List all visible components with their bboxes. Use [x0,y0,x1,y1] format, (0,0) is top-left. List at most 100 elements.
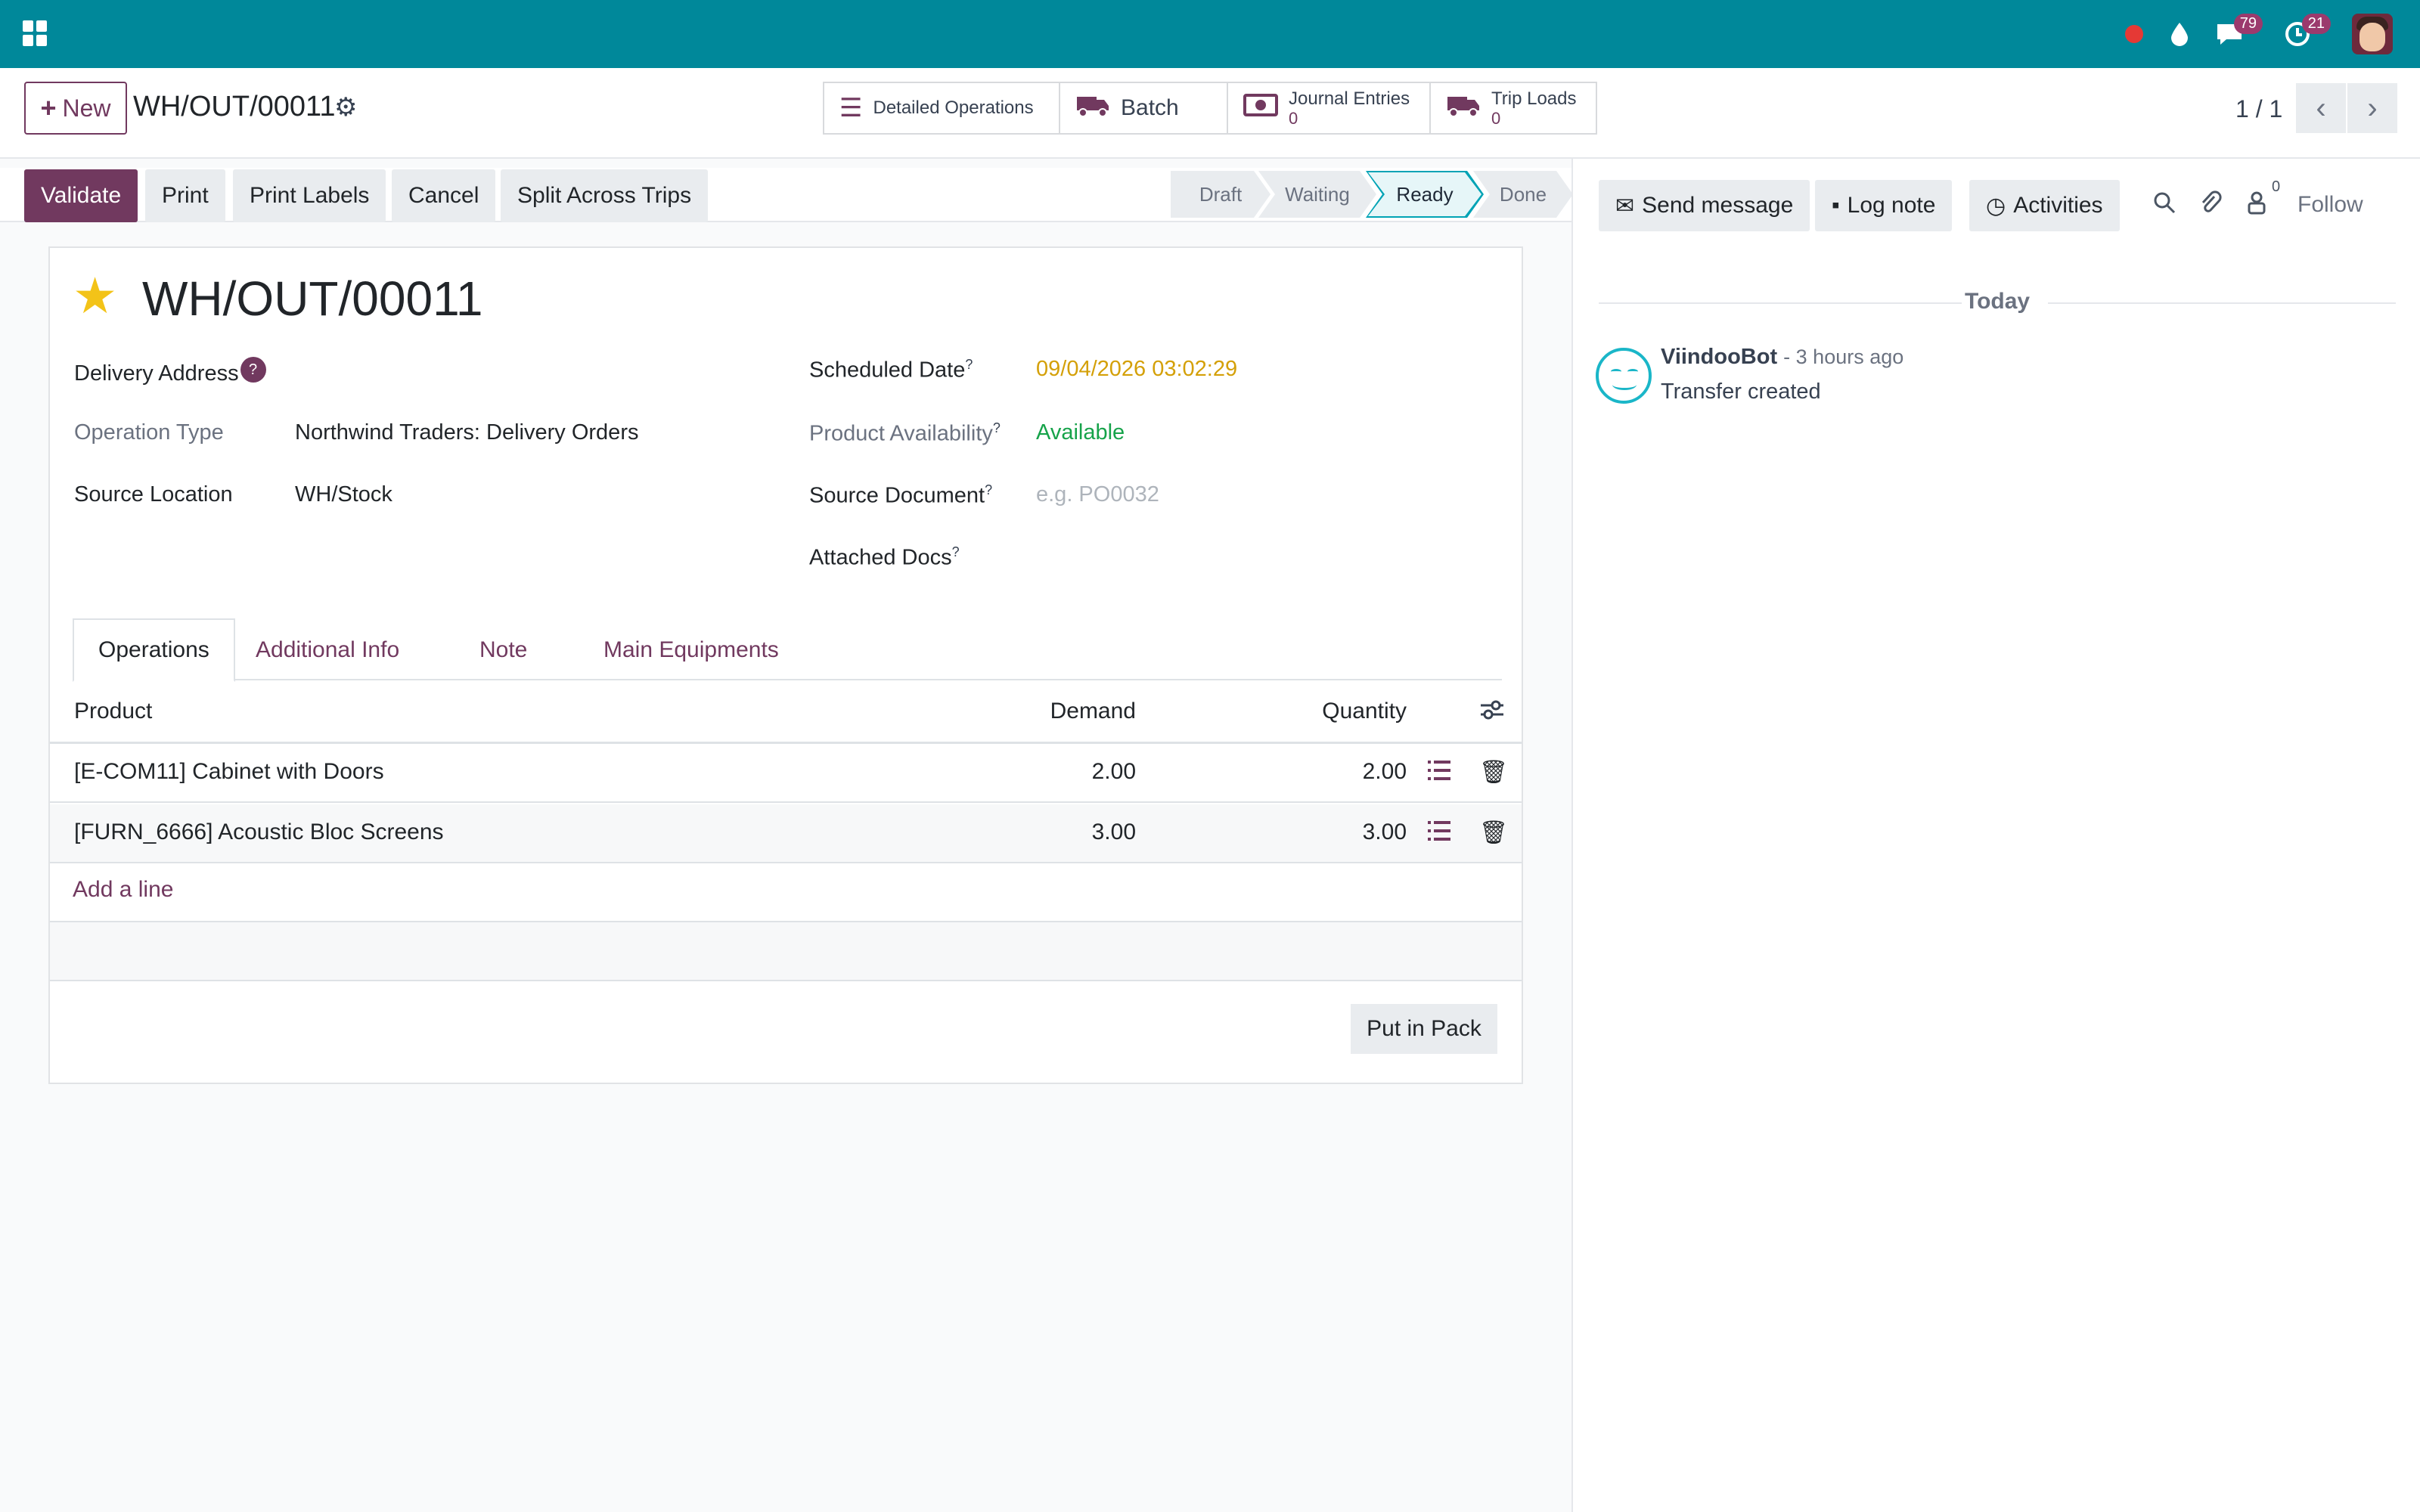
journal-entries-label: Journal Entries [1289,88,1410,109]
favorite-star-icon[interactable]: ★ [73,271,117,321]
stage-done-label: Done [1499,182,1547,206]
date-separator: Today [1965,289,2031,314]
add-line-row: Add a line [50,863,1522,922]
source-document-label: Source Document? [809,482,992,509]
breadcrumb-record-name: WH/OUT/00011 [133,91,336,122]
source-location-value[interactable]: WH/Stock [295,482,392,507]
apps-menu-icon[interactable] [23,20,48,46]
pager-value[interactable]: 1 / 1 [2235,95,2282,123]
source-document-label-text: Source Document [809,483,985,508]
stage-ready[interactable]: Ready [1366,171,1484,218]
activities-button[interactable]: ◷ Activities [1969,180,2120,231]
row-product: [FURN_6666] Acoustic Bloc Screens [74,820,444,844]
trash-icon[interactable]: 🗑 [1479,759,1508,785]
tab-main-equipments[interactable]: Main Equipments [579,618,803,682]
optional-columns-icon[interactable] [1479,699,1505,727]
new-button[interactable]: + New [24,82,127,135]
scheduled-date-label: Scheduled Date? [809,357,973,383]
chat-icon[interactable]: 79 [2213,14,2263,51]
detailed-operations-button[interactable]: ☰ Detailed Operations [823,82,1060,135]
stage-ready-label: Ready [1368,172,1481,216]
chevron-right-icon: › [2367,91,2378,125]
trip-loads-button[interactable]: Trip Loads 0 [1429,82,1597,135]
row-demand: 3.00 [1091,820,1136,844]
message-body: Transfer created [1661,380,1821,404]
top-navbar: 79 21 [0,0,2420,68]
next-record-button[interactable]: › [2347,83,2397,133]
print-labels-button[interactable]: Print Labels [233,169,386,222]
print-button[interactable]: Print [145,169,225,222]
product-availability-help[interactable]: ? [993,420,1001,435]
column-product[interactable]: Product [74,699,152,724]
viindoobot-avatar[interactable] [1596,348,1652,404]
product-availability-value: Available [1036,420,1125,445]
cancel-button[interactable]: Cancel [392,169,496,222]
help-icon[interactable]: ? [240,357,266,383]
new-button-label: New [62,94,111,122]
row-quantity: 3.00 [1362,820,1407,844]
table-row[interactable]: [E-COM11] Cabinet with Doors 2.00 2.00 🗑 [50,744,1522,803]
row-product: [E-COM11] Cabinet with Doors [74,759,384,784]
activity-clock-icon[interactable]: 21 [2281,14,2331,51]
form-statusbar: Validate Print Print Labels Cancel Split… [0,168,1573,222]
clock-icon: ◷ [1986,193,2006,218]
column-demand[interactable]: Demand [985,699,1136,724]
source-location-label: Source Location [74,482,233,507]
control-panel: + New WH/OUT/00011 ⚙ ☰ Detailed Operatio… [0,68,2420,159]
validate-button[interactable]: Validate [24,169,138,222]
search-icon[interactable] [2152,191,2176,222]
delivery-address-label: Delivery Address? [74,357,266,386]
source-document-help[interactable]: ? [985,482,992,497]
tab-additional-info[interactable]: Additional Info [231,618,424,682]
put-in-pack-button[interactable]: Put in Pack [1351,1004,1497,1054]
stage-draft-label: Draft [1199,182,1243,206]
attached-docs-label: Attached Docs? [809,544,960,571]
batch-label: Batch [1121,95,1179,120]
table-footer-row [50,922,1522,981]
add-line-link[interactable]: Add a line [73,877,173,903]
trip-loads-count: 0 [1491,109,1501,128]
drop-icon[interactable] [2164,17,2195,51]
batch-button[interactable]: Batch [1059,82,1228,135]
scheduled-date-label-text: Scheduled Date [809,358,966,383]
stage-waiting[interactable]: Waiting [1258,171,1376,218]
detailed-list-icon[interactable] [1428,821,1450,841]
envelope-icon: ✉ [1615,193,1635,218]
previous-record-button[interactable]: ‹ [2296,83,2346,133]
follower-count: 0 [2272,178,2281,195]
table-header: Product Demand Quantity [50,682,1522,744]
activity-count-badge: 21 [2301,14,2331,34]
message-time: - 3 hours ago [1783,345,1904,368]
operation-type-value[interactable]: Northwind Traders: Delivery Orders [295,420,638,445]
attached-docs-label-text: Attached Docs [809,545,952,570]
trash-icon[interactable]: 🗑 [1479,820,1508,846]
attached-docs-help[interactable]: ? [952,544,960,559]
detailed-list-icon[interactable] [1428,761,1450,780]
stage-draft[interactable]: Draft [1171,171,1270,218]
source-document-input[interactable]: e.g. PO0032 [1036,482,1159,507]
scheduled-date-value[interactable]: 09/04/2026 03:02:29 [1036,357,1237,382]
scheduled-date-help[interactable]: ? [965,357,973,372]
tab-operations[interactable]: Operations [73,618,235,682]
send-message-button[interactable]: ✉ Send message [1599,180,1810,231]
column-quantity[interactable]: Quantity [1255,699,1407,724]
follow-button[interactable]: Follow [2297,192,2363,218]
recording-dot-icon[interactable] [2122,17,2146,51]
gear-icon[interactable]: ⚙ [334,92,357,122]
table-row[interactable]: [FURN_6666] Acoustic Bloc Screens 3.00 3… [50,804,1522,863]
form-sheet: ★ WH/OUT/00011 Delivery Address? Operati… [48,246,1523,1084]
stage-done[interactable]: Done [1473,171,1573,218]
log-note-button[interactable]: ▪ Log note [1815,180,1953,231]
money-icon [1243,93,1278,124]
journal-entries-button[interactable]: Journal Entries 0 [1227,82,1431,135]
paperclip-icon[interactable] [2199,191,2222,223]
notebook-tabs: Operations Additional Info Note Main Equ… [73,618,1502,682]
date-separator-line [1599,302,1962,304]
journal-entries-count: 0 [1289,109,1298,128]
send-message-label: Send message [1642,193,1794,218]
user-avatar[interactable] [2352,14,2393,54]
split-across-trips-button[interactable]: Split Across Trips [501,169,709,222]
message-author[interactable]: ViindooBot [1661,345,1777,369]
followers-icon[interactable]: 0 [2246,178,2280,222]
tab-note[interactable]: Note [455,618,551,682]
